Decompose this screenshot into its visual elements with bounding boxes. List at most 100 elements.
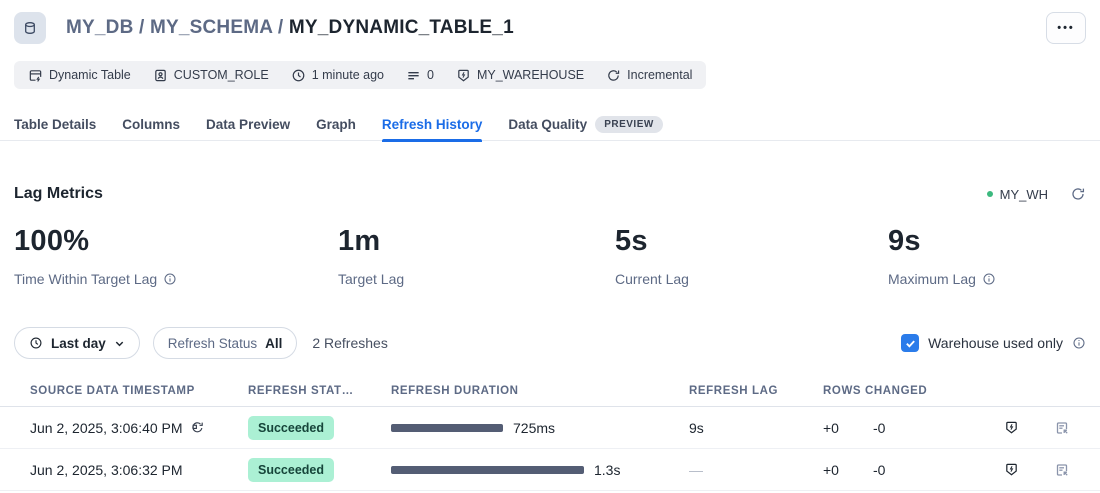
status-badge: Succeeded: [248, 416, 334, 440]
clock-icon: [29, 336, 43, 350]
cell-refresh-lag: —: [675, 462, 809, 478]
refresh-status-value: All: [265, 336, 282, 351]
time-range-value: Last day: [51, 336, 106, 351]
metric-label: Maximum Lag: [888, 271, 976, 287]
cell-timestamp: Jun 2, 2025, 3:06:32 PM: [0, 462, 234, 478]
tab-bar: Table Details Columns Data Preview Graph…: [0, 108, 1100, 141]
tab-data-preview[interactable]: Data Preview: [206, 108, 290, 141]
info-icon[interactable]: [1072, 336, 1086, 350]
tab-data-quality[interactable]: Data Quality PREVIEW: [508, 108, 662, 141]
table-name: MY_DYNAMIC_TABLE_1: [289, 17, 514, 38]
refresh-metrics-button[interactable]: [1070, 186, 1086, 202]
col-refresh-status[interactable]: REFRESH STAT…: [234, 385, 377, 397]
cell-rows-added: +0: [809, 462, 859, 478]
warehouse-indicator: MY_WH: [987, 187, 1048, 202]
info-icon[interactable]: [163, 272, 177, 286]
warehouse-used-only-label: Warehouse used only: [928, 335, 1063, 351]
metric-value: 100%: [14, 225, 338, 258]
col-source-data-timestamp[interactable]: SOURCE DATA TIMESTAMP: [0, 385, 234, 397]
metric-time-within-target-lag: 100% Time Within Target Lag: [14, 225, 338, 287]
meta-refresh-mode: Incremental: [606, 68, 692, 83]
info-icon[interactable]: [982, 272, 996, 286]
dynamic-table-page: MY_DB / MY_SCHEMA / MY_DYNAMIC_TABLE_1 •…: [0, 0, 1100, 493]
lag-metrics-header: Lag Metrics MY_WH: [0, 185, 1100, 203]
duration-bar: [391, 424, 503, 432]
refresh-icon: [606, 68, 621, 83]
cell-refresh-lag: 9s: [675, 420, 809, 436]
metric-value: 5s: [615, 225, 888, 258]
refresh-history-table-header: SOURCE DATA TIMESTAMP REFRESH STAT… REFR…: [0, 385, 1100, 407]
duration-value: 1.3s: [594, 462, 620, 478]
more-actions-button[interactable]: •••: [1046, 12, 1086, 44]
tab-table-details[interactable]: Table Details: [14, 108, 96, 141]
cell-timestamp: Jun 2, 2025, 3:06:40 PM: [0, 420, 234, 436]
page-header: MY_DB / MY_SCHEMA / MY_DYNAMIC_TABLE_1 •…: [0, 0, 1100, 44]
section-title: Lag Metrics: [14, 185, 103, 203]
warehouse-status-dot: [987, 191, 993, 197]
object-meta-bar: Dynamic Table CUSTOM_ROLE 1 minute ago: [14, 61, 706, 89]
breadcrumb[interactable]: MY_DB / MY_SCHEMA /: [66, 17, 289, 38]
metric-label: Target Lag: [338, 271, 404, 287]
metric-value: 1m: [338, 225, 615, 258]
refresh-count: 2 Refreshes: [312, 335, 387, 351]
col-rows-changed[interactable]: ROWS CHANGED: [809, 385, 990, 397]
page-title: MY_DB / MY_SCHEMA / MY_DYNAMIC_TABLE_1: [66, 17, 514, 39]
metric-label: Time Within Target Lag: [14, 271, 157, 287]
clock-icon: [291, 68, 306, 83]
query-profile-icon: [1054, 420, 1070, 436]
warehouse-used-only-checkbox[interactable]: [901, 334, 919, 352]
cell-duration: 1.3s: [377, 462, 675, 478]
col-refresh-duration[interactable]: REFRESH DURATION: [377, 385, 675, 397]
tab-refresh-history[interactable]: Refresh History: [382, 108, 483, 141]
refresh-status-label: Refresh Status: [168, 336, 257, 351]
meta-object-type: Dynamic Table: [28, 68, 131, 83]
metric-current-lag: 5s Current Lag: [615, 225, 888, 287]
lag-metrics-grid: 100% Time Within Target Lag 1m Target La…: [0, 225, 1100, 287]
query-profile-icon: [1054, 462, 1070, 478]
status-badge: Succeeded: [248, 458, 334, 482]
warehouse-icon: [1004, 462, 1019, 477]
refresh-details-icon[interactable]: [190, 420, 205, 435]
warehouse-used-only-toggle: Warehouse used only: [901, 334, 1086, 352]
tab-data-quality-label: Data Quality: [508, 117, 587, 132]
cell-status: Succeeded: [234, 458, 377, 482]
preview-badge: PREVIEW: [595, 116, 663, 133]
col-refresh-lag[interactable]: REFRESH LAG: [675, 385, 809, 397]
check-icon: [905, 338, 916, 349]
cell-status: Succeeded: [234, 416, 377, 440]
meta-role: CUSTOM_ROLE: [153, 68, 269, 83]
chevron-down-icon: [114, 338, 125, 349]
cell-rows-removed: -0: [859, 462, 990, 478]
filter-bar: Last day Refresh Status All 2 Refreshes …: [0, 327, 1100, 359]
meta-row-count: 0: [406, 68, 434, 83]
database-object-icon: [14, 12, 46, 44]
cell-duration: 725ms: [377, 420, 675, 436]
query-details-button[interactable]: [1040, 420, 1100, 436]
meta-warehouse: MY_WAREHOUSE: [456, 68, 584, 83]
refresh-icon: [1070, 186, 1086, 202]
duration-value: 725ms: [513, 420, 555, 436]
table-row[interactable]: Jun 2, 2025, 3:06:32 PM Succeeded 1.3s —…: [0, 449, 1100, 491]
cell-rows-added: +0: [809, 420, 859, 436]
meta-last-refresh-time: 1 minute ago: [291, 68, 384, 83]
duration-bar: [391, 466, 584, 474]
time-range-filter[interactable]: Last day: [14, 327, 140, 359]
refresh-status-filter[interactable]: Refresh Status All: [153, 327, 298, 359]
role-icon: [153, 68, 168, 83]
metric-maximum-lag: 9s Maximum Lag: [888, 225, 1086, 287]
warehouse-link-button[interactable]: [990, 420, 1040, 435]
metric-target-lag: 1m Target Lag: [338, 225, 615, 287]
rows-count-icon: [406, 68, 421, 83]
cell-rows-removed: -0: [859, 420, 990, 436]
query-details-button[interactable]: [1040, 462, 1100, 478]
table-row[interactable]: Jun 2, 2025, 3:06:40 PM Succeeded 725ms …: [0, 407, 1100, 449]
tab-graph[interactable]: Graph: [316, 108, 356, 141]
warehouse-icon: [456, 68, 471, 83]
warehouse-indicator-label: MY_WH: [1000, 187, 1048, 202]
warehouse-link-button[interactable]: [990, 462, 1040, 477]
metric-label: Current Lag: [615, 271, 689, 287]
tab-columns[interactable]: Columns: [122, 108, 180, 141]
dynamic-table-icon: [28, 68, 43, 83]
warehouse-icon: [1004, 420, 1019, 435]
metric-value: 9s: [888, 225, 1086, 258]
